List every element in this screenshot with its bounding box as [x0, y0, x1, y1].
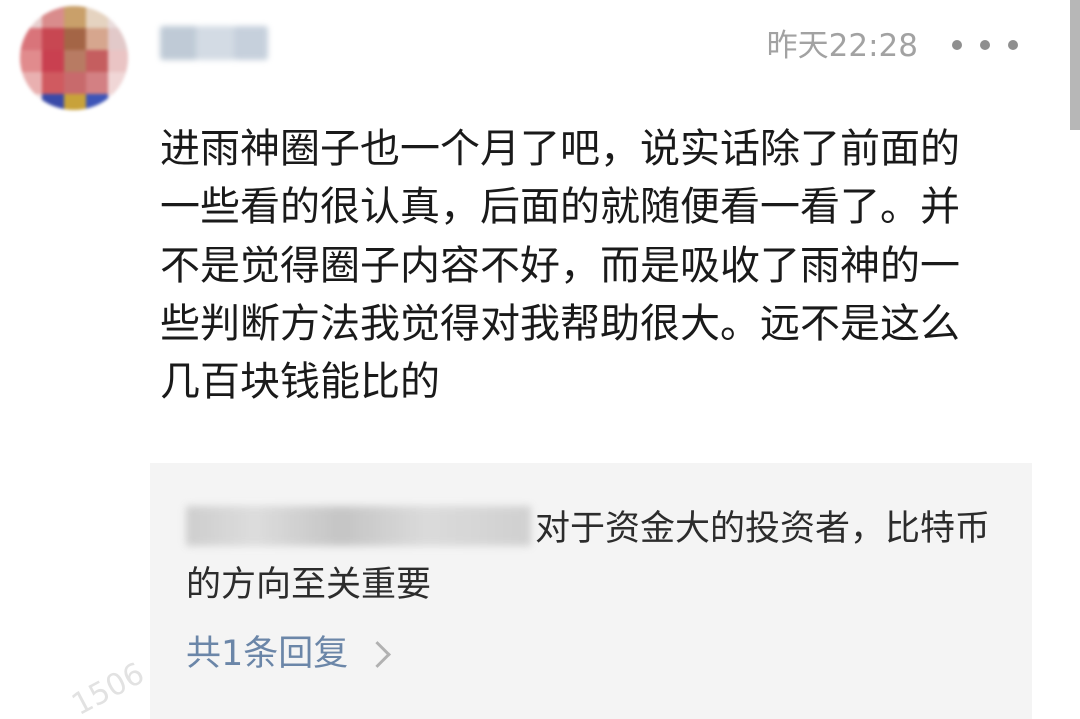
more-dots-icon[interactable] — [952, 30, 1018, 60]
timestamp: 昨天22:28 — [766, 28, 918, 64]
chevron-right-icon — [364, 640, 392, 668]
dot — [952, 40, 962, 50]
scrollbar[interactable] — [1070, 0, 1080, 130]
watermark: 1506 — [66, 656, 151, 719]
reply-section[interactable]: 对于资金大的投资者，比特币的方向至关重要 共1条回复 — [150, 463, 1032, 719]
username-redacted[interactable] — [160, 22, 270, 66]
dot — [980, 40, 990, 50]
dot — [1008, 40, 1018, 50]
reply-count-label: 共1条回复 — [186, 634, 349, 674]
reply-item: 对于资金大的投资者，比特币的方向至关重要 — [186, 501, 1006, 613]
comment-card: 昨天22:28 进雨神圈子也一个月了吧，说实话除了前面的一些看的很认真，后面的就… — [0, 0, 1080, 719]
view-replies-link[interactable]: 共1条回复 — [186, 631, 392, 677]
comment-text: 进雨神圈子也一个月了吧，说实话除了前面的一些看的很认真，后面的就随便看一看了。并… — [160, 126, 960, 406]
reply-author-redacted — [186, 506, 531, 546]
avatar[interactable] — [20, 6, 128, 110]
